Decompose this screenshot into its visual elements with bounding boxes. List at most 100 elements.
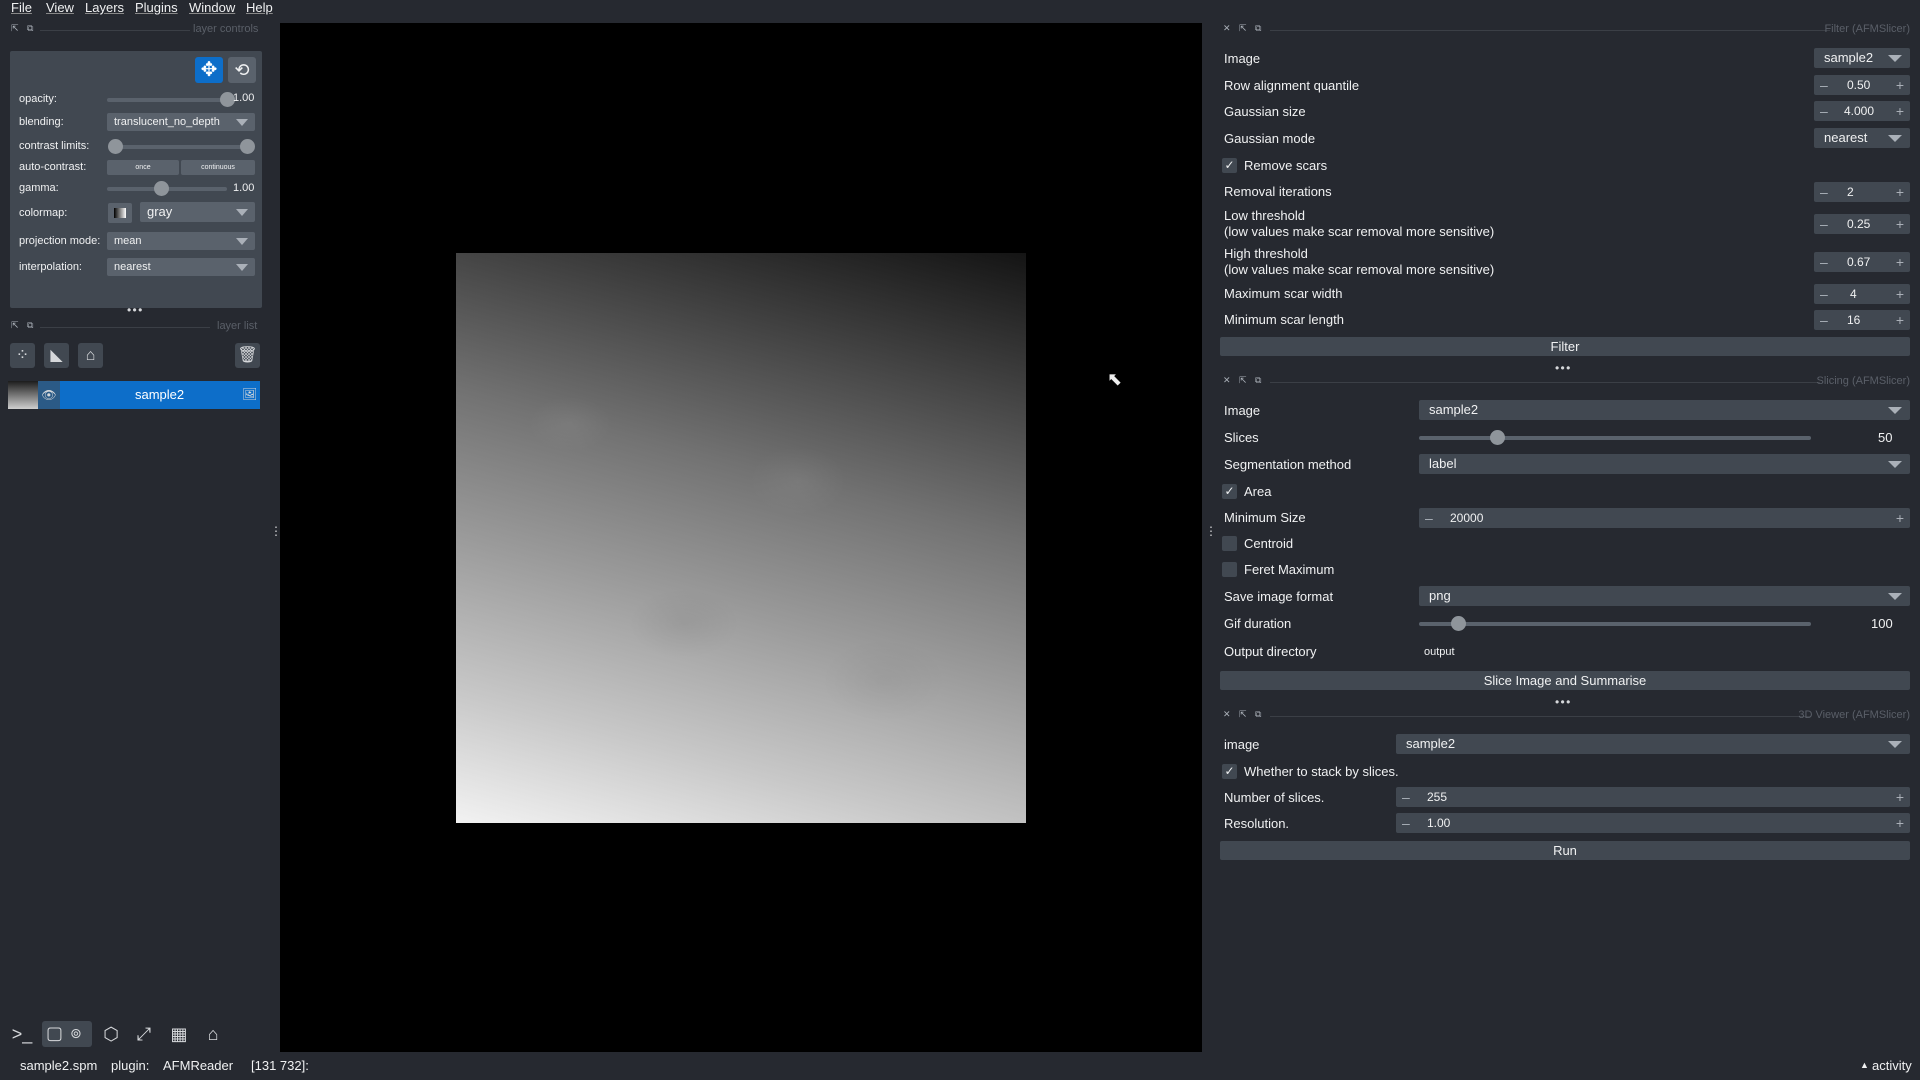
menu-help[interactable]: Help — [246, 0, 273, 15]
grid-icon[interactable]: ▦ — [167, 1023, 191, 1045]
menu-window[interactable]: Window — [189, 0, 235, 15]
float-icon[interactable]: ⇱ — [1239, 709, 1247, 720]
ndisplay-toggle[interactable]: ▢ ⊚ — [42, 1021, 92, 1047]
plus-icon[interactable]: + — [1896, 813, 1904, 833]
float-icon[interactable]: ⇱ — [1239, 375, 1247, 386]
plus-icon[interactable]: + — [1896, 75, 1904, 95]
plus-icon[interactable]: + — [1896, 310, 1904, 330]
plus-icon[interactable]: + — [1896, 214, 1904, 234]
splitter-handle[interactable]: • • • — [1555, 695, 1570, 709]
new-shapes-layer-icon[interactable]: ◣ — [44, 343, 69, 368]
menu-view[interactable]: View — [46, 0, 74, 15]
slices-slider[interactable] — [1419, 436, 1811, 440]
opacity-slider[interactable] — [107, 98, 227, 102]
run-button[interactable]: Run — [1220, 841, 1910, 860]
transform-icon[interactable]: ⟲ — [228, 57, 256, 83]
remove-scars-checkbox[interactable]: ✓ — [1222, 158, 1237, 173]
plus-icon[interactable]: + — [1896, 508, 1904, 528]
menu-layers[interactable]: Layers — [85, 0, 124, 15]
restore-icon[interactable]: ⧉ — [27, 23, 33, 34]
splitter-handle[interactable]: • • • — [1555, 361, 1570, 375]
projection-mode-select[interactable]: mean — [107, 232, 255, 250]
centroid-checkbox[interactable] — [1222, 536, 1237, 551]
save-format-select[interactable]: png — [1419, 586, 1910, 606]
contrast-min-handle[interactable] — [108, 139, 123, 154]
transpose-icon[interactable]: ⤢ — [132, 1023, 156, 1045]
minus-icon[interactable]: – — [1402, 813, 1410, 833]
gamma-handle[interactable] — [154, 181, 169, 196]
removal-iterations-spinbox[interactable]: – 2 + — [1814, 182, 1910, 202]
area-checkbox[interactable]: ✓ — [1222, 484, 1237, 499]
float-icon[interactable]: ⇱ — [11, 320, 19, 331]
minus-icon[interactable]: – — [1820, 284, 1828, 304]
interpolation-select[interactable]: nearest — [107, 258, 255, 276]
high-threshold-spinbox[interactable]: – 0.67 + — [1814, 252, 1910, 272]
once-button[interactable]: once — [107, 160, 179, 175]
contrast-max-handle[interactable] — [240, 139, 255, 154]
minus-icon[interactable]: – — [1425, 508, 1433, 528]
gaussian-size-spinbox[interactable]: – 4.000 + — [1814, 101, 1910, 121]
plus-icon[interactable]: + — [1896, 252, 1904, 272]
minus-icon[interactable]: – — [1820, 75, 1828, 95]
slices-handle[interactable] — [1490, 430, 1506, 445]
plus-icon[interactable]: + — [1896, 787, 1904, 807]
colormap-select[interactable]: gray — [140, 202, 255, 222]
minus-icon[interactable]: – — [1402, 787, 1410, 807]
output-directory-input[interactable]: output — [1419, 641, 1910, 661]
plus-icon[interactable]: + — [1896, 182, 1904, 202]
viewer3d-image-select[interactable]: sample2 — [1396, 734, 1910, 754]
filter-image-select[interactable]: sample2 — [1814, 48, 1910, 68]
segmentation-select[interactable]: label — [1419, 454, 1910, 474]
minus-icon[interactable]: – — [1820, 252, 1828, 272]
max-scar-width-spinbox[interactable]: – 4 + — [1814, 284, 1910, 304]
plus-icon[interactable]: + — [1896, 284, 1904, 304]
visibility-eye-icon[interactable]: 👁 — [38, 381, 60, 409]
min-size-spinbox[interactable]: – 20000 + — [1419, 508, 1910, 528]
plus-icon[interactable]: + — [1896, 101, 1904, 121]
layer-row[interactable]: 👁 sample2 🖼 — [8, 381, 260, 409]
restore-icon[interactable]: ⧉ — [1255, 23, 1261, 34]
splitter-handle[interactable]: • • • — [127, 303, 142, 317]
restore-icon[interactable]: ⧉ — [1255, 709, 1261, 720]
new-labels-layer-icon[interactable]: ⌂ — [78, 343, 103, 368]
roll-dims-icon[interactable]: ⬡ — [99, 1023, 123, 1045]
min-scar-length-spinbox[interactable]: – 16 + — [1814, 310, 1910, 330]
num-slices-spinbox[interactable]: – 255 + — [1396, 787, 1910, 807]
minus-icon[interactable]: – — [1820, 182, 1828, 202]
row-quantile-spinbox[interactable]: – 0.50 + — [1814, 75, 1910, 95]
float-icon[interactable]: ⇱ — [11, 23, 19, 34]
minus-icon[interactable]: – — [1820, 310, 1828, 330]
gaussian-mode-select[interactable]: nearest — [1814, 128, 1910, 148]
close-icon[interactable]: ✕ — [1223, 375, 1231, 386]
feret-maximum-checkbox[interactable] — [1222, 562, 1237, 577]
new-points-layer-icon[interactable]: ⁘ — [10, 343, 35, 368]
contrast-limits-slider[interactable] — [115, 145, 247, 149]
low-threshold-spinbox[interactable]: – 0.25 + — [1814, 214, 1910, 234]
layer-selection[interactable]: sample2 🖼 — [60, 381, 260, 409]
gif-duration-handle[interactable] — [1451, 616, 1467, 631]
2d-view-icon: ▢ — [46, 1023, 64, 1043]
minus-icon[interactable]: – — [1820, 101, 1828, 121]
blending-select[interactable]: translucent_no_depth — [107, 113, 255, 131]
slicing-image-select[interactable]: sample2 — [1419, 400, 1910, 420]
activity-button[interactable]: activity — [1872, 1058, 1912, 1073]
console-icon[interactable]: >_ — [10, 1023, 34, 1045]
restore-icon[interactable]: ⧉ — [1255, 375, 1261, 386]
right-splitter-handle[interactable]: ⋮ — [1205, 525, 1217, 537]
gif-duration-slider[interactable] — [1419, 622, 1811, 626]
float-icon[interactable]: ⇱ — [1239, 23, 1247, 34]
slice-summarise-button[interactable]: Slice Image and Summarise — [1220, 671, 1910, 690]
pan-zoom-icon[interactable]: ✥ — [195, 57, 223, 83]
menu-plugins[interactable]: Plugins — [135, 0, 178, 15]
continuous-button[interactable]: continuous — [181, 160, 255, 175]
resolution-spinbox[interactable]: – 1.00 + — [1396, 813, 1910, 833]
minus-icon[interactable]: – — [1820, 214, 1828, 234]
stack-by-slices-checkbox[interactable]: ✓ — [1222, 764, 1237, 779]
menu-file[interactable]: File — [11, 0, 32, 15]
close-icon[interactable]: ✕ — [1223, 23, 1231, 34]
close-icon[interactable]: ✕ — [1223, 709, 1231, 720]
home-icon[interactable]: ⌂ — [201, 1023, 225, 1045]
filter-button[interactable]: Filter — [1220, 337, 1910, 356]
delete-layer-icon[interactable]: 🗑 — [235, 343, 260, 368]
restore-icon[interactable]: ⧉ — [27, 320, 33, 331]
